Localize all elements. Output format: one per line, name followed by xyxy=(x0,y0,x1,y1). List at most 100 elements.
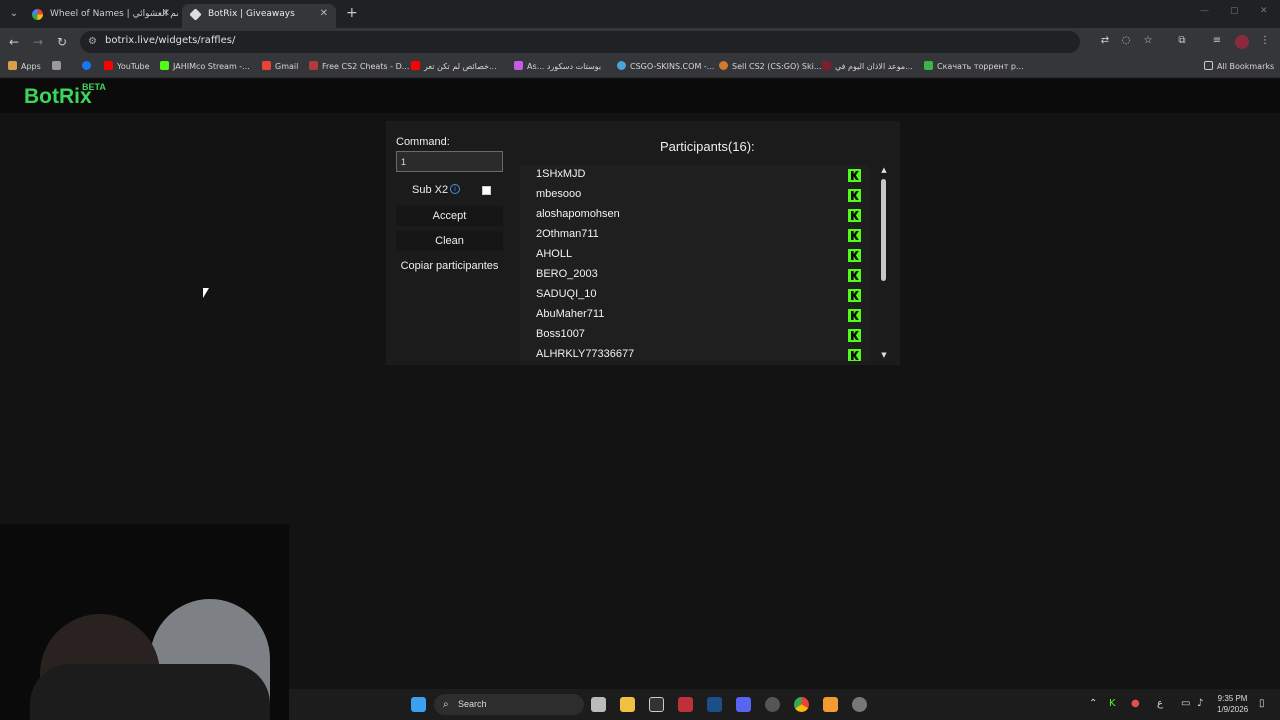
bookmark-tab-groups[interactable] xyxy=(52,61,64,71)
menu-kebab-icon[interactable]: ⋮ xyxy=(1258,34,1272,48)
bookmark-jahimco[interactable]: JAHIMco Stream -... xyxy=(160,61,250,71)
kick-tray-icon[interactable]: K xyxy=(1109,698,1116,709)
bookmark-csgo-skins[interactable]: CSGO-SKINS.COM -... xyxy=(617,61,714,71)
participant-name: 1SHxMJD xyxy=(536,168,586,180)
sub-x2-checkbox[interactable] xyxy=(482,186,491,195)
gem-icon xyxy=(514,61,523,70)
clock-date: 1/9/2026 xyxy=(1217,705,1249,714)
participant-row[interactable]: SADUQI_10 xyxy=(520,285,866,305)
clean-button[interactable]: Clean xyxy=(396,231,503,251)
app-triangle-icon[interactable] xyxy=(823,697,838,712)
settings-gear-icon[interactable] xyxy=(852,697,867,712)
close-tab-icon[interactable]: ✕ xyxy=(320,4,328,24)
bookmark-apps[interactable]: Apps xyxy=(8,61,41,71)
bookmark-label: Free CS2 Cheats - D... xyxy=(322,62,410,71)
facebook-icon xyxy=(82,61,91,70)
command-input[interactable] xyxy=(396,151,503,172)
bookmark-all[interactable]: All Bookmarks xyxy=(1204,61,1274,71)
tray-chevron-up-icon[interactable]: ⌃ xyxy=(1089,698,1097,709)
participants-title: Participants(16): xyxy=(660,139,755,154)
participant-row[interactable]: Boss1007 xyxy=(520,325,866,345)
maximize-icon[interactable]: ▢ xyxy=(1230,6,1239,16)
participant-name: 2Othman711 xyxy=(536,228,599,240)
info-icon[interactable]: i xyxy=(450,184,460,194)
task-view-icon[interactable] xyxy=(591,697,606,712)
participant-row[interactable]: ALHRKLY77336677 xyxy=(520,345,866,361)
obs-icon[interactable] xyxy=(765,697,780,712)
bookmark-sell-cs2[interactable]: Sell CS2 (CS:GO) Ski... xyxy=(719,61,822,71)
bookmark-gmail[interactable]: Gmail xyxy=(262,61,298,71)
bookmark-cs2-cheats[interactable]: Free CS2 Cheats - D... xyxy=(309,61,409,71)
participant-name: SADUQI_10 xyxy=(536,288,597,300)
taskbar-search[interactable]: ⌕ Search xyxy=(434,694,584,715)
logitech-g-icon[interactable] xyxy=(649,697,664,712)
participants-scrollbar[interactable]: ▲ ▼ xyxy=(880,166,888,359)
address-bar[interactable]: ⚙ botrix.live/widgets/raffles/ xyxy=(80,31,1080,53)
bookmark-prayer-times[interactable]: موعد الاذان اليوم في... xyxy=(822,61,913,71)
eye-off-icon[interactable]: ◌ xyxy=(1119,34,1133,48)
participant-row[interactable]: aloshapomohsen xyxy=(520,205,866,225)
steam-icon[interactable] xyxy=(707,697,722,712)
window-close-icon[interactable]: ✕ xyxy=(1260,6,1268,16)
site-favicon-icon xyxy=(924,61,933,70)
participant-name: mbesooo xyxy=(536,188,582,200)
participants-list[interactable]: 1SHxMJD mbesooo aloshapomohsen 2Othman711 AH… xyxy=(520,165,870,361)
bookmark-arabic-1[interactable]: خصائص لم تكن تعر... xyxy=(411,61,497,71)
participant-row[interactable]: BERO_2003 xyxy=(520,265,866,285)
site-favicon-icon xyxy=(617,61,626,70)
tab-botrix-giveaways[interactable]: BotRix | Giveaways ✕ xyxy=(182,4,336,28)
bookmark-facebook[interactable] xyxy=(82,61,95,71)
network-icon[interactable]: ▭ xyxy=(1181,698,1190,709)
scroll-up-arrow-icon[interactable]: ▲ xyxy=(880,166,888,174)
discord-icon[interactable] xyxy=(736,697,751,712)
scroll-down-arrow-icon[interactable]: ▼ xyxy=(880,351,888,359)
close-tab-icon[interactable]: ✕ xyxy=(162,4,170,24)
bookmark-label: CSGO-SKINS.COM -... xyxy=(630,62,715,71)
bookmark-youtube[interactable]: YouTube xyxy=(104,61,150,71)
bookmark-label: Скачать торрент р... xyxy=(937,62,1024,71)
bookmark-label: موعد الاذان اليوم في... xyxy=(835,62,913,71)
profile-avatar[interactable] xyxy=(1235,35,1249,49)
back-arrow-icon[interactable]: ← xyxy=(6,34,22,50)
copy-participants-button[interactable]: Copiar participantes xyxy=(396,256,503,276)
reload-icon[interactable]: ↻ xyxy=(54,34,70,50)
kick-icon xyxy=(848,307,861,322)
minimize-icon[interactable]: — xyxy=(1200,6,1209,16)
forward-arrow-icon[interactable]: → xyxy=(30,34,46,50)
site-favicon-icon xyxy=(822,61,831,70)
riot-vanguard-icon[interactable] xyxy=(678,697,693,712)
bookmark-discord-posts[interactable]: As... بوستات دسكورد xyxy=(514,61,601,71)
media-control-icon[interactable]: ≡ xyxy=(1210,34,1224,48)
tab-wheel-of-names[interactable]: Wheel of Names | اسم العشوائي ✕ xyxy=(24,4,178,28)
input-language[interactable]: ع xyxy=(1157,698,1163,709)
tab-search-chevron-icon[interactable]: ⌄ xyxy=(6,6,22,22)
participant-row[interactable]: 2Othman711 xyxy=(520,225,866,245)
participant-row[interactable]: 1SHxMJD xyxy=(520,165,866,185)
chrome-icon[interactable] xyxy=(794,697,809,712)
participant-row[interactable]: mbesooo xyxy=(520,185,866,205)
file-explorer-icon[interactable] xyxy=(620,697,635,712)
bookmark-torrent[interactable]: Скачать торрент р... xyxy=(924,61,1024,71)
search-icon: ⌕ xyxy=(443,699,449,710)
windows-start-icon[interactable] xyxy=(411,697,426,712)
taskbar-clock[interactable]: 9:35 PM 1/9/2026 xyxy=(1217,693,1248,715)
translate-icon[interactable]: ⇄ xyxy=(1098,34,1112,48)
apps-grid-icon xyxy=(8,61,17,70)
bookmark-label: YouTube xyxy=(117,62,150,71)
volume-icon[interactable]: ♪ xyxy=(1197,698,1203,709)
participant-row[interactable]: AHOLL xyxy=(520,245,866,265)
notifications-icon[interactable]: ▯ xyxy=(1259,698,1265,709)
bookmark-star-icon[interactable]: ☆ xyxy=(1141,34,1155,48)
new-tab-plus-icon[interactable]: + xyxy=(346,5,358,21)
microphone-icon[interactable]: ● xyxy=(1131,698,1140,709)
extensions-icon[interactable]: ⧉ xyxy=(1175,34,1189,48)
person-shoulders xyxy=(30,664,270,720)
mouse-cursor-icon xyxy=(203,288,209,298)
windows-taskbar: ⌕ Search ⌃ K ● ع ▭ ♪ 9:35 PM 1/9/2026 ▯ xyxy=(289,689,1280,720)
scroll-thumb[interactable] xyxy=(881,179,886,281)
accept-button[interactable]: Accept xyxy=(396,206,503,226)
site-info-icon[interactable]: ⚙ xyxy=(88,36,97,47)
url-text[interactable]: botrix.live/widgets/raffles/ xyxy=(105,35,235,46)
participant-row[interactable]: AbuMaher711 xyxy=(520,305,866,325)
address-toolbar: ← → ↻ ⚙ botrix.live/widgets/raffles/ ⇄ ◌… xyxy=(0,28,1280,56)
